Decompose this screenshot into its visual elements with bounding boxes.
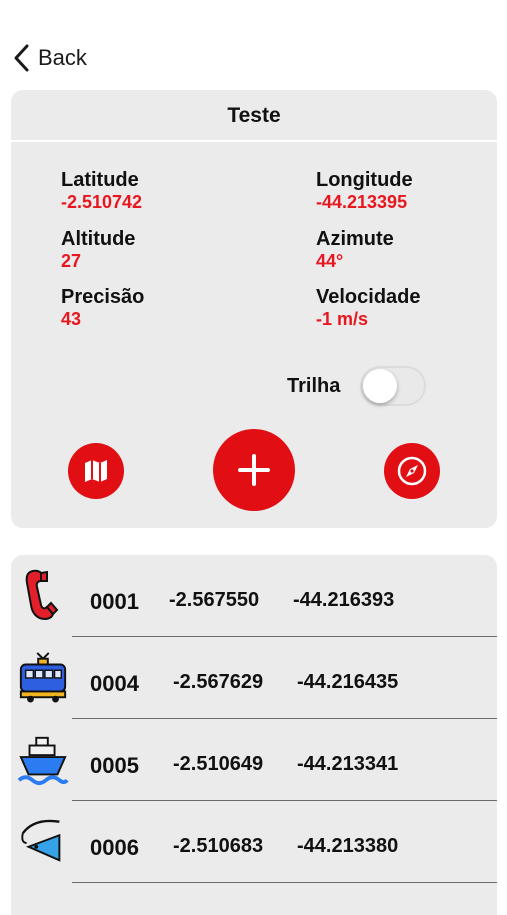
point-longitude: -44.216435	[297, 671, 399, 693]
point-number: 0001	[90, 589, 139, 614]
altitude-label: Altitude	[61, 227, 136, 250]
back-label: Back	[38, 45, 87, 70]
longitude-value: -44.213395	[316, 192, 408, 212]
point-latitude: -2.510683	[173, 835, 264, 857]
map-button[interactable]	[68, 443, 124, 499]
fishing-icon	[17, 811, 69, 871]
altitude-value: 27	[61, 250, 82, 271]
readings-left: Latitude -2.510742 Altitude 27 Precisão …	[61, 168, 144, 344]
list-item[interactable]: 0005 -2.510649 -44.213341	[11, 719, 497, 801]
point-number: 0004	[90, 671, 139, 696]
reading-latitude: Latitude -2.510742	[61, 168, 144, 227]
reading-speed: Velocidade -1 m/s	[316, 285, 421, 344]
back-button[interactable]: Back	[12, 40, 87, 76]
point-number: 0006	[90, 835, 139, 860]
trilha-label: Trilha	[287, 374, 341, 397]
row-divider	[72, 881, 497, 883]
list-item[interactable]: 0001 -2.567550 -44.216393	[11, 555, 497, 637]
azimuth-value: 44°	[316, 250, 344, 271]
location-card: Teste Latitude -2.510742 Altitude 27 Pre…	[11, 90, 497, 528]
plus-icon	[238, 454, 270, 486]
precision-value: 43	[61, 309, 82, 329]
point-longitude: -44.213380	[297, 835, 399, 857]
map-icon	[85, 460, 107, 482]
phone-icon	[17, 565, 69, 625]
point-latitude: -2.567550	[169, 589, 260, 611]
ship-icon	[17, 729, 69, 789]
tram-icon	[17, 647, 69, 707]
point-latitude: -2.510649	[173, 753, 264, 775]
point-number: 0005	[90, 753, 139, 778]
points-list: 0001 -2.567550 -44.216393 0004 -2.567629…	[11, 555, 497, 915]
reading-altitude: Altitude 27	[61, 227, 144, 286]
toggle-knob	[363, 369, 398, 403]
chevron-left-icon	[14, 44, 29, 72]
latitude-label: Latitude	[61, 169, 139, 191]
longitude-label: Longitude	[316, 169, 413, 191]
point-longitude: -44.216393	[293, 589, 395, 611]
azimuth-label: Azimute	[316, 227, 394, 250]
reading-precision: Precisão 43	[61, 285, 144, 344]
compass-icon	[397, 456, 427, 486]
trilha-toggle[interactable]	[360, 366, 427, 406]
list-item[interactable]: 0004 -2.567629 -44.216435	[11, 637, 497, 719]
add-point-button[interactable]	[213, 429, 295, 511]
reading-longitude: Longitude -44.213395	[316, 168, 421, 227]
speed-value: -1 m/s	[316, 309, 369, 329]
latitude-value: -2.510742	[61, 192, 143, 212]
point-latitude: -2.567629	[173, 671, 264, 693]
trilha-row: Trilha	[287, 366, 427, 406]
point-longitude: -44.213341	[297, 753, 399, 775]
precision-label: Precisão	[61, 286, 145, 308]
list-item[interactable]: 0006 -2.510683 -44.213380	[11, 801, 497, 883]
readings-right: Longitude -44.213395 Azimute 44° Velocid…	[316, 168, 421, 344]
speed-label: Velocidade	[316, 286, 421, 308]
compass-button[interactable]	[384, 443, 440, 499]
card-title: Teste	[11, 90, 497, 142]
reading-azimuth: Azimute 44°	[316, 227, 421, 286]
